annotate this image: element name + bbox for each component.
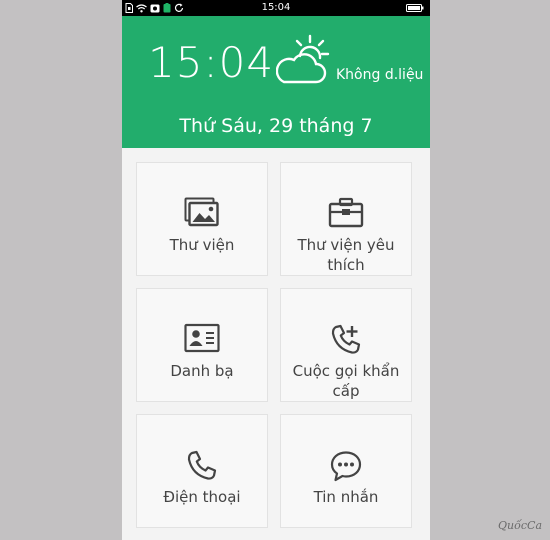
- tile-favorite-gallery[interactable]: Thư viện yêu thích: [280, 162, 412, 276]
- tile-messages[interactable]: Tin nhắn: [280, 414, 412, 528]
- clock-weather-header: 15:04 Không d.liệu Thứ Sáu, 29 tháng 7: [122, 16, 430, 148]
- phone-plus-icon: [331, 324, 361, 354]
- contact-card-icon: [184, 323, 220, 353]
- clock-display[interactable]: 15:04: [148, 38, 274, 88]
- battery-icon: [406, 4, 424, 12]
- tile-gallery[interactable]: Thư viện: [136, 162, 268, 276]
- briefcase-icon: [328, 197, 364, 228]
- tile-contacts[interactable]: Danh bạ: [136, 288, 268, 402]
- phone-screen: 15:04 15:04 Không d.liệu Thứ Sáu, 29 thá…: [122, 0, 430, 540]
- gallery-icon: [184, 197, 219, 227]
- phone-icon: [187, 450, 217, 480]
- tile-phone[interactable]: Điện thoại: [136, 414, 268, 528]
- tile-label: Thư viện yêu thích: [297, 236, 395, 274]
- partly-cloudy-icon: [276, 34, 330, 84]
- status-bar: 15:04: [122, 0, 430, 16]
- tile-label: Điện thoại: [163, 488, 241, 506]
- chat-bubble-icon: [330, 451, 362, 482]
- watermark: QuốcCa: [498, 519, 542, 532]
- status-time: 15:04: [261, 2, 291, 13]
- tile-emergency-call[interactable]: Cuộc gọi khẩn cấp: [280, 288, 412, 402]
- date-display: Thứ Sáu, 29 tháng 7: [179, 115, 373, 137]
- tile-label: Thư viện: [169, 236, 235, 254]
- tile-label: Tin nhắn: [313, 488, 379, 506]
- weather-status-text: Không d.liệu: [336, 67, 424, 83]
- tile-label: Danh bạ: [170, 362, 234, 380]
- tile-label: Cuộc gọi khẩn cấp: [292, 362, 400, 400]
